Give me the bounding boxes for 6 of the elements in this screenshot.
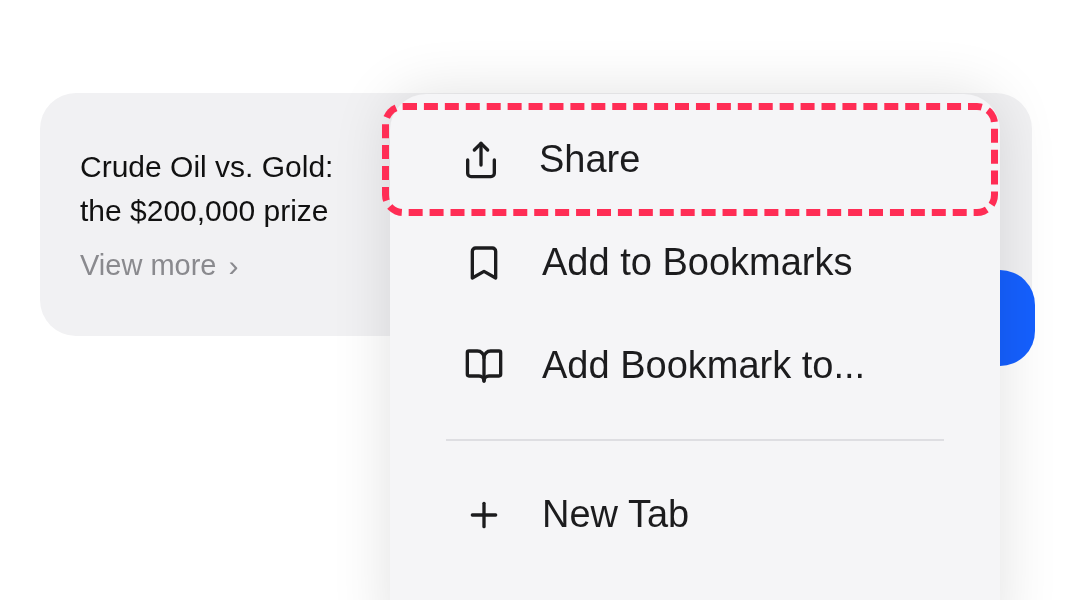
menu-item[interactable]: Share xyxy=(387,108,993,211)
menu-item[interactable]: Add Bookmark to... xyxy=(390,314,996,417)
card-title: the $200,000 prize xyxy=(80,193,329,229)
card-title: Crude Oil vs. Gold: xyxy=(80,149,334,185)
menu-item[interactable]: New Tab xyxy=(390,463,996,566)
menu-item[interactable]: Add to Bookmarks xyxy=(390,211,996,314)
